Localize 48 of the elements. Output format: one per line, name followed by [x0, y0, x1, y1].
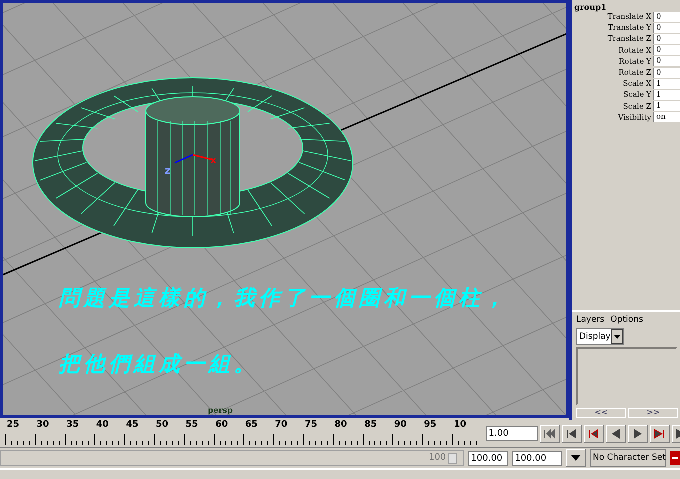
- frame-number: 80: [334, 420, 348, 432]
- play-backward-icon: [610, 428, 622, 438]
- menu-item[interactable]: Layers: [576, 315, 605, 325]
- dropdown-button[interactable]: [566, 449, 586, 467]
- step-back-icon: [588, 428, 600, 438]
- start-field[interactable]: 100.00: [468, 450, 508, 466]
- frame-number: 45: [125, 420, 140, 432]
- display-dropdown[interactable]: Display: [576, 328, 624, 345]
- playback-button[interactable]: [606, 424, 626, 442]
- playback-button[interactable]: [628, 424, 648, 442]
- menu-item[interactable]: Options: [610, 315, 644, 325]
- playback-button[interactable]: [650, 424, 670, 442]
- frame-number: 50: [154, 420, 170, 432]
- current-frame-field[interactable]: 1.00: [486, 426, 538, 441]
- axis-label: z: [165, 166, 171, 177]
- dropdown-arrow-icon: [571, 455, 582, 461]
- caption-text: 問題是這樣的，我作了一個圈和一個柱，: [59, 285, 509, 311]
- frame-number: 25: [6, 420, 21, 432]
- frame-number: 75: [304, 420, 318, 432]
- play-forward-icon: [632, 428, 644, 438]
- frame-number: 95: [423, 420, 438, 432]
- frame-number: 35: [66, 420, 80, 432]
- step-forward-icon: [654, 428, 666, 438]
- frame-number: 70: [274, 420, 289, 432]
- end-field[interactable]: 100.00: [512, 450, 562, 466]
- frame-number: 90: [393, 420, 408, 432]
- dropdown-arrow-icon: [614, 334, 621, 338]
- frame-number: 55: [184, 420, 200, 432]
- range-value: 100: [428, 453, 446, 463]
- object-name: group1: [574, 2, 608, 11]
- playback-button[interactable]: [584, 424, 604, 442]
- frame-number: 65: [244, 420, 259, 432]
- go-to-start-icon: [544, 428, 556, 438]
- frame-number: 10: [452, 420, 468, 432]
- camera-label: persp: [208, 405, 233, 415]
- playback-button[interactable]: [562, 424, 582, 442]
- scroll-button[interactable]: <<: [576, 408, 626, 418]
- frame-number: 60: [214, 420, 230, 432]
- playback-button[interactable]: [540, 424, 560, 442]
- frame-number: 30: [36, 420, 50, 432]
- caption-text: 把他們組成一組。: [59, 351, 260, 377]
- character-set-field[interactable]: No Character Set: [590, 449, 666, 467]
- frame-number: 85: [364, 420, 378, 432]
- frame-number: 40: [95, 420, 110, 432]
- scroll-button[interactable]: >>: [628, 408, 678, 418]
- auto-key-icon[interactable]: [670, 451, 680, 465]
- range-handle[interactable]: [448, 452, 458, 464]
- step-back-key-icon: [566, 428, 578, 438]
